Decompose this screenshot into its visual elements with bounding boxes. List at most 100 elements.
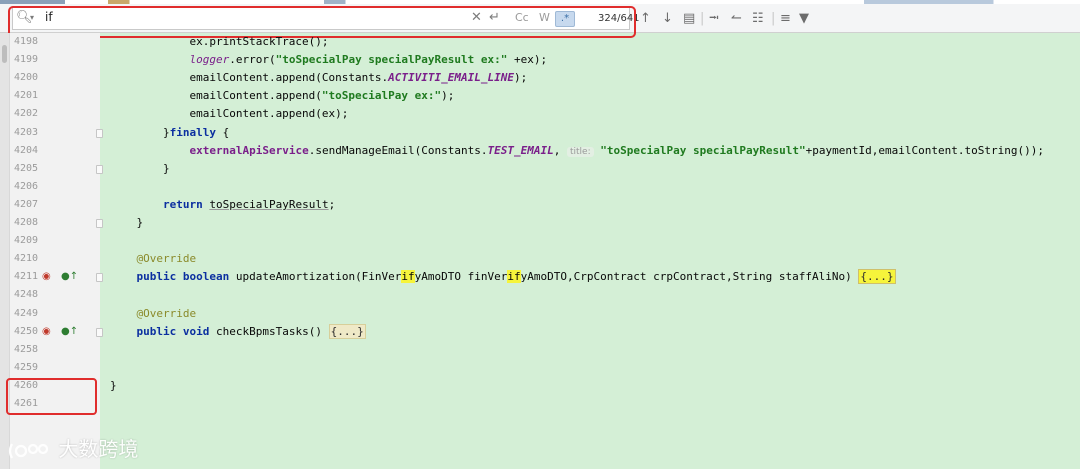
code-token: finally bbox=[169, 125, 216, 139]
code-token: .error( bbox=[229, 53, 276, 67]
close-icon[interactable]: ✕ bbox=[471, 10, 482, 25]
code-token: +ex); bbox=[507, 53, 548, 67]
line-number: 4198 bbox=[14, 36, 39, 47]
fold-marker[interactable] bbox=[96, 219, 103, 228]
folded-code-block[interactable]: {...} bbox=[328, 323, 366, 339]
line-number: 4260 bbox=[14, 379, 39, 391]
add-occurrence-icon[interactable]: ⭲ bbox=[709, 12, 719, 26]
search-history-chevron-icon[interactable]: ▾ bbox=[30, 13, 34, 22]
code-token: updateAmortization(FinVer bbox=[229, 270, 402, 284]
line-number: 4209 bbox=[14, 235, 39, 247]
code-token: return bbox=[162, 197, 203, 211]
line-number: 4204 bbox=[14, 144, 39, 156]
folded-code-block[interactable]: {...} bbox=[858, 269, 896, 285]
code-token: ); bbox=[514, 71, 528, 85]
fold-marker[interactable] bbox=[96, 273, 103, 283]
line-number: 4200 bbox=[14, 72, 39, 84]
implements-method-icon[interactable]: ●↑ bbox=[61, 323, 78, 341]
code-token: yAmoDTO,CrpContract crpContract,String s… bbox=[520, 270, 859, 284]
multiline-icon[interactable]: ≡ bbox=[780, 12, 791, 26]
line-number: 4202 bbox=[14, 108, 39, 120]
match-count: 324/641 bbox=[598, 13, 640, 24]
line-number: 4205 bbox=[14, 162, 39, 174]
line-number: 4207 bbox=[14, 198, 39, 210]
search-match: if bbox=[507, 270, 521, 284]
parameter-hint: title: bbox=[567, 146, 594, 157]
search-input[interactable]: 🔍︎ ▾ if ✕ ↵ Cc W .* 324/641 bbox=[12, 6, 640, 30]
code-token: emailContent.append(ex); bbox=[110, 107, 349, 121]
line-number: 4211 bbox=[14, 271, 39, 283]
fold-marker[interactable] bbox=[96, 128, 103, 138]
code-token: } bbox=[110, 161, 170, 175]
code-token: ); bbox=[441, 89, 455, 103]
replace-icon[interactable]: ↵ bbox=[489, 10, 500, 25]
code-line[interactable]: return toSpecialPayResult; bbox=[110, 196, 335, 214]
implements-method-icon[interactable]: ●↑ bbox=[61, 268, 78, 286]
scroll-thumb[interactable] bbox=[2, 45, 7, 63]
code-line[interactable]: emailContent.append("toSpecialPay ex:"); bbox=[110, 87, 454, 105]
code-line[interactable]: emailContent.append(ex); bbox=[110, 105, 348, 123]
select-occurrence-icon[interactable]: ▤ bbox=[683, 12, 695, 26]
select-all-occurrences-icon[interactable]: ☷ bbox=[752, 12, 764, 26]
line-number: 4259 bbox=[14, 361, 39, 373]
code-token: } bbox=[110, 125, 170, 139]
code-line[interactable]: emailContent.append(Constants.ACTIVITI_E… bbox=[110, 69, 527, 87]
code-line[interactable]: }finally { bbox=[110, 124, 229, 142]
code-token: "toSpecialPay specialPayResult ex:" bbox=[275, 53, 508, 67]
overrides-method-icon[interactable]: ◉ bbox=[42, 268, 51, 286]
whole-words-toggle[interactable]: W bbox=[539, 11, 550, 24]
code-line[interactable]: logger.error("toSpecialPay specialPayRes… bbox=[110, 51, 547, 69]
toolbar-divider: | bbox=[771, 11, 776, 26]
regex-toggle[interactable]: .* bbox=[555, 11, 575, 27]
code-token: @Override bbox=[136, 306, 197, 320]
remove-occurrence-icon[interactable]: ↼ bbox=[731, 12, 742, 26]
code-line[interactable]: @Override bbox=[110, 305, 197, 323]
code-token: .sendManageEmail(Constants. bbox=[308, 143, 488, 157]
watermark: 大数跨境 bbox=[8, 434, 138, 464]
line-number: 4201 bbox=[14, 90, 39, 102]
toolbar-divider: | bbox=[700, 11, 705, 26]
code-token: { bbox=[215, 125, 230, 139]
line-number: 4199 bbox=[14, 54, 39, 66]
code-token: "toSpecialPay specialPayResult" bbox=[600, 143, 806, 157]
fold-marker[interactable] bbox=[96, 164, 103, 174]
match-case-toggle[interactable]: Cc bbox=[515, 11, 529, 24]
fold-marker[interactable] bbox=[96, 327, 103, 337]
search-match: if bbox=[401, 270, 415, 284]
code-line[interactable]: } bbox=[110, 160, 170, 178]
line-number: 4250 bbox=[14, 325, 39, 337]
code-token: +paymentId,emailContent.toString()); bbox=[805, 143, 1044, 157]
code-token: } bbox=[110, 378, 117, 392]
code-line[interactable]: public boolean updateAmortization(FinVer… bbox=[110, 268, 896, 286]
code-token: logger bbox=[189, 53, 230, 67]
line-number: 4261 bbox=[14, 398, 39, 409]
code-token: public bbox=[136, 270, 177, 284]
code-token: void bbox=[182, 324, 210, 338]
line-number: 4249 bbox=[14, 307, 39, 319]
code-token: yAmoDTO finVer bbox=[414, 270, 508, 284]
line-number: 4208 bbox=[14, 217, 39, 228]
code-line[interactable]: @Override bbox=[110, 250, 197, 268]
line-number: 4203 bbox=[14, 126, 39, 138]
code-line[interactable]: externalApiService.sendManageEmail(Const… bbox=[110, 142, 1044, 160]
arrow-up-icon[interactable]: ↑ bbox=[640, 12, 651, 26]
search-query[interactable]: if bbox=[45, 10, 53, 24]
code-token: externalApiService bbox=[189, 143, 309, 157]
code-token: boolean bbox=[182, 270, 230, 284]
filter-icon[interactable]: ▼ bbox=[799, 12, 809, 26]
code-line[interactable]: } bbox=[110, 214, 143, 232]
line-number: 4206 bbox=[14, 180, 39, 192]
code-line[interactable]: } bbox=[110, 377, 117, 395]
arrow-down-icon[interactable]: ↓ bbox=[662, 12, 673, 26]
code-line[interactable]: ex.printStackTrace(); bbox=[110, 33, 328, 51]
overrides-method-icon[interactable]: ◉ bbox=[42, 323, 51, 341]
code-token: TEST_EMAIL bbox=[487, 143, 554, 157]
code-token: emailContent.append(Constants. bbox=[110, 71, 389, 85]
code-line[interactable]: public void checkBpmsTasks() {...} bbox=[110, 323, 366, 341]
